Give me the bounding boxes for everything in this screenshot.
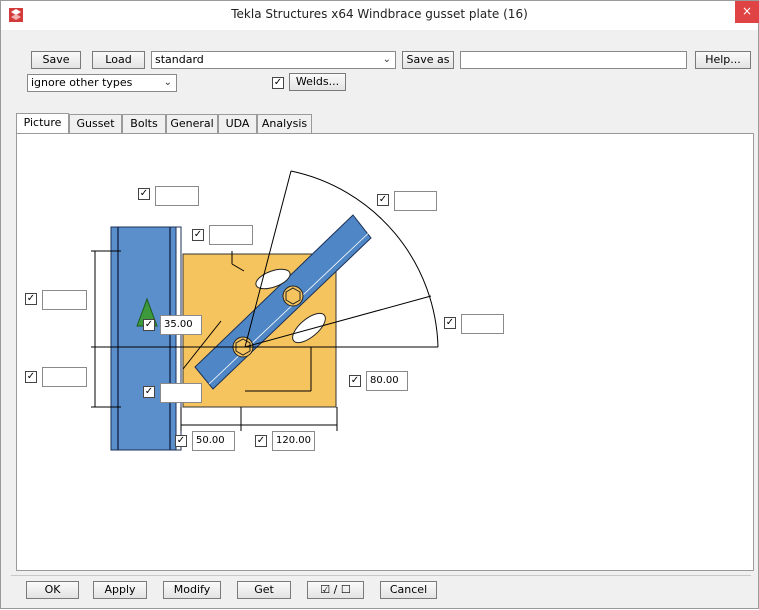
mid-upper-field[interactable] <box>209 225 253 245</box>
column-flange <box>175 226 182 451</box>
left-lower-checkbox[interactable]: ✓ <box>25 371 37 383</box>
top-left-checkbox[interactable]: ✓ <box>138 188 150 200</box>
bolt-upper <box>282 285 304 307</box>
top-right-checkbox[interactable]: ✓ <box>377 194 389 206</box>
bottom-left-checkbox[interactable]: ✓ <box>143 386 155 398</box>
dim-50-field[interactable]: 50.00 <box>192 431 235 451</box>
toggle-all-checkboxes-button[interactable]: ☑ / ☐ <box>307 581 364 599</box>
top-left-field[interactable] <box>155 186 199 206</box>
ok-button[interactable]: OK <box>26 581 79 599</box>
mid-upper-checkbox[interactable]: ✓ <box>192 229 204 241</box>
left-upper-field[interactable] <box>42 290 87 310</box>
dim-120-checkbox[interactable]: ✓ <box>255 435 267 447</box>
right-mid-field[interactable] <box>461 314 504 334</box>
get-button[interactable]: Get <box>237 581 291 599</box>
dim-80-field[interactable]: 80.00 <box>366 371 408 391</box>
footer-separator <box>11 575 751 576</box>
dim-35-field[interactable]: 35.00 <box>160 315 202 335</box>
dialog-window: Tekla Structures x64 Windbrace gusset pl… <box>0 0 759 609</box>
cancel-button[interactable]: Cancel <box>380 581 437 599</box>
column-web <box>110 226 177 451</box>
modify-button[interactable]: Modify <box>163 581 221 599</box>
left-lower-field[interactable] <box>42 367 87 387</box>
dim-50-checkbox[interactable]: ✓ <box>175 435 187 447</box>
connection-diagram <box>91 170 439 451</box>
dim-120-field[interactable]: 120.00 <box>272 431 315 451</box>
right-mid-checkbox[interactable]: ✓ <box>444 317 456 329</box>
dim-80-checkbox[interactable]: ✓ <box>349 375 361 387</box>
top-right-field[interactable] <box>394 191 437 211</box>
dim-35-checkbox[interactable]: ✓ <box>143 319 155 331</box>
apply-button[interactable]: Apply <box>93 581 147 599</box>
bottom-left-field[interactable] <box>160 383 202 403</box>
left-upper-checkbox[interactable]: ✓ <box>25 293 37 305</box>
